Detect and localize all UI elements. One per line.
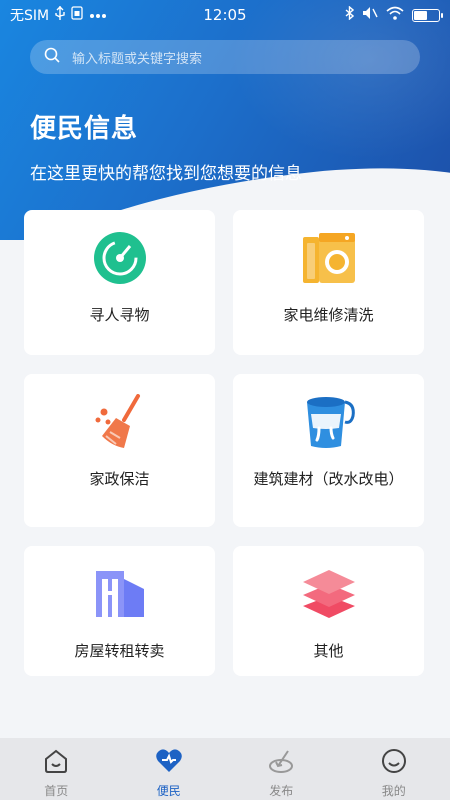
category-label: 其他	[313, 642, 344, 660]
search-icon	[44, 47, 72, 67]
tab-label: 首页	[44, 784, 69, 798]
publish-icon	[268, 748, 294, 778]
category-label: 建筑建材（改水改电）	[253, 470, 404, 488]
tab-mine[interactable]: 我的	[338, 738, 450, 800]
search-placeholder[interactable]: 输入标题或关键字搜索	[72, 48, 202, 67]
page-title: 便民信息	[30, 114, 139, 144]
category-label: 家电维修清洗	[283, 306, 374, 324]
category-label: 房屋转租转卖	[74, 642, 165, 660]
washing-machine-icon	[302, 230, 355, 286]
tab-label: 便民	[156, 784, 181, 798]
bluetooth-icon	[345, 5, 355, 24]
tab-label: 我的	[381, 784, 406, 798]
status-left: 无SIM	[10, 5, 170, 25]
radar-icon	[93, 230, 146, 286]
tab-label: 发布	[269, 784, 294, 798]
usb-icon	[55, 6, 65, 24]
building-icon	[94, 566, 146, 622]
battery-level	[414, 10, 428, 20]
layers-icon	[301, 566, 357, 622]
carrier-text: 无SIM	[10, 8, 50, 24]
broom-icon	[94, 394, 146, 450]
category-card-housing[interactable]: 房屋转租转卖	[24, 546, 215, 676]
sim-icon	[71, 6, 83, 24]
more-dots-icon	[89, 7, 107, 23]
search-bar[interactable]: 输入标题或关键字搜索	[30, 40, 420, 74]
smile-icon	[381, 748, 407, 778]
mute-icon	[362, 6, 378, 24]
status-right	[280, 5, 443, 24]
page-subtitle: 在这里更快的帮您找到您想要的信息	[30, 164, 302, 184]
paint-bucket-icon	[301, 394, 357, 450]
status-bar: 无SIM 12:05	[0, 0, 450, 30]
home-icon	[43, 748, 69, 778]
category-card-housekeeping[interactable]: 家政保洁	[24, 374, 215, 527]
heart-icon	[155, 748, 183, 778]
category-card-other[interactable]: 其他	[233, 546, 424, 676]
category-label: 寻人寻物	[89, 306, 150, 324]
status-time: 12:05	[203, 6, 247, 24]
category-label: 家政保洁	[89, 470, 150, 488]
category-card-appliance-repair[interactable]: 家电维修清洗	[233, 210, 424, 355]
tab-convenience[interactable]: 便民	[113, 738, 226, 800]
tab-publish[interactable]: 发布	[225, 738, 338, 800]
tab-home[interactable]: 首页	[0, 738, 113, 800]
bottom-tab-bar: 首页 便民 发布 我的	[0, 738, 450, 800]
category-card-lost-found[interactable]: 寻人寻物	[24, 210, 215, 355]
battery-icon	[412, 8, 443, 22]
wifi-icon	[386, 6, 404, 24]
category-card-building-materials[interactable]: 建筑建材（改水改电）	[233, 374, 424, 527]
